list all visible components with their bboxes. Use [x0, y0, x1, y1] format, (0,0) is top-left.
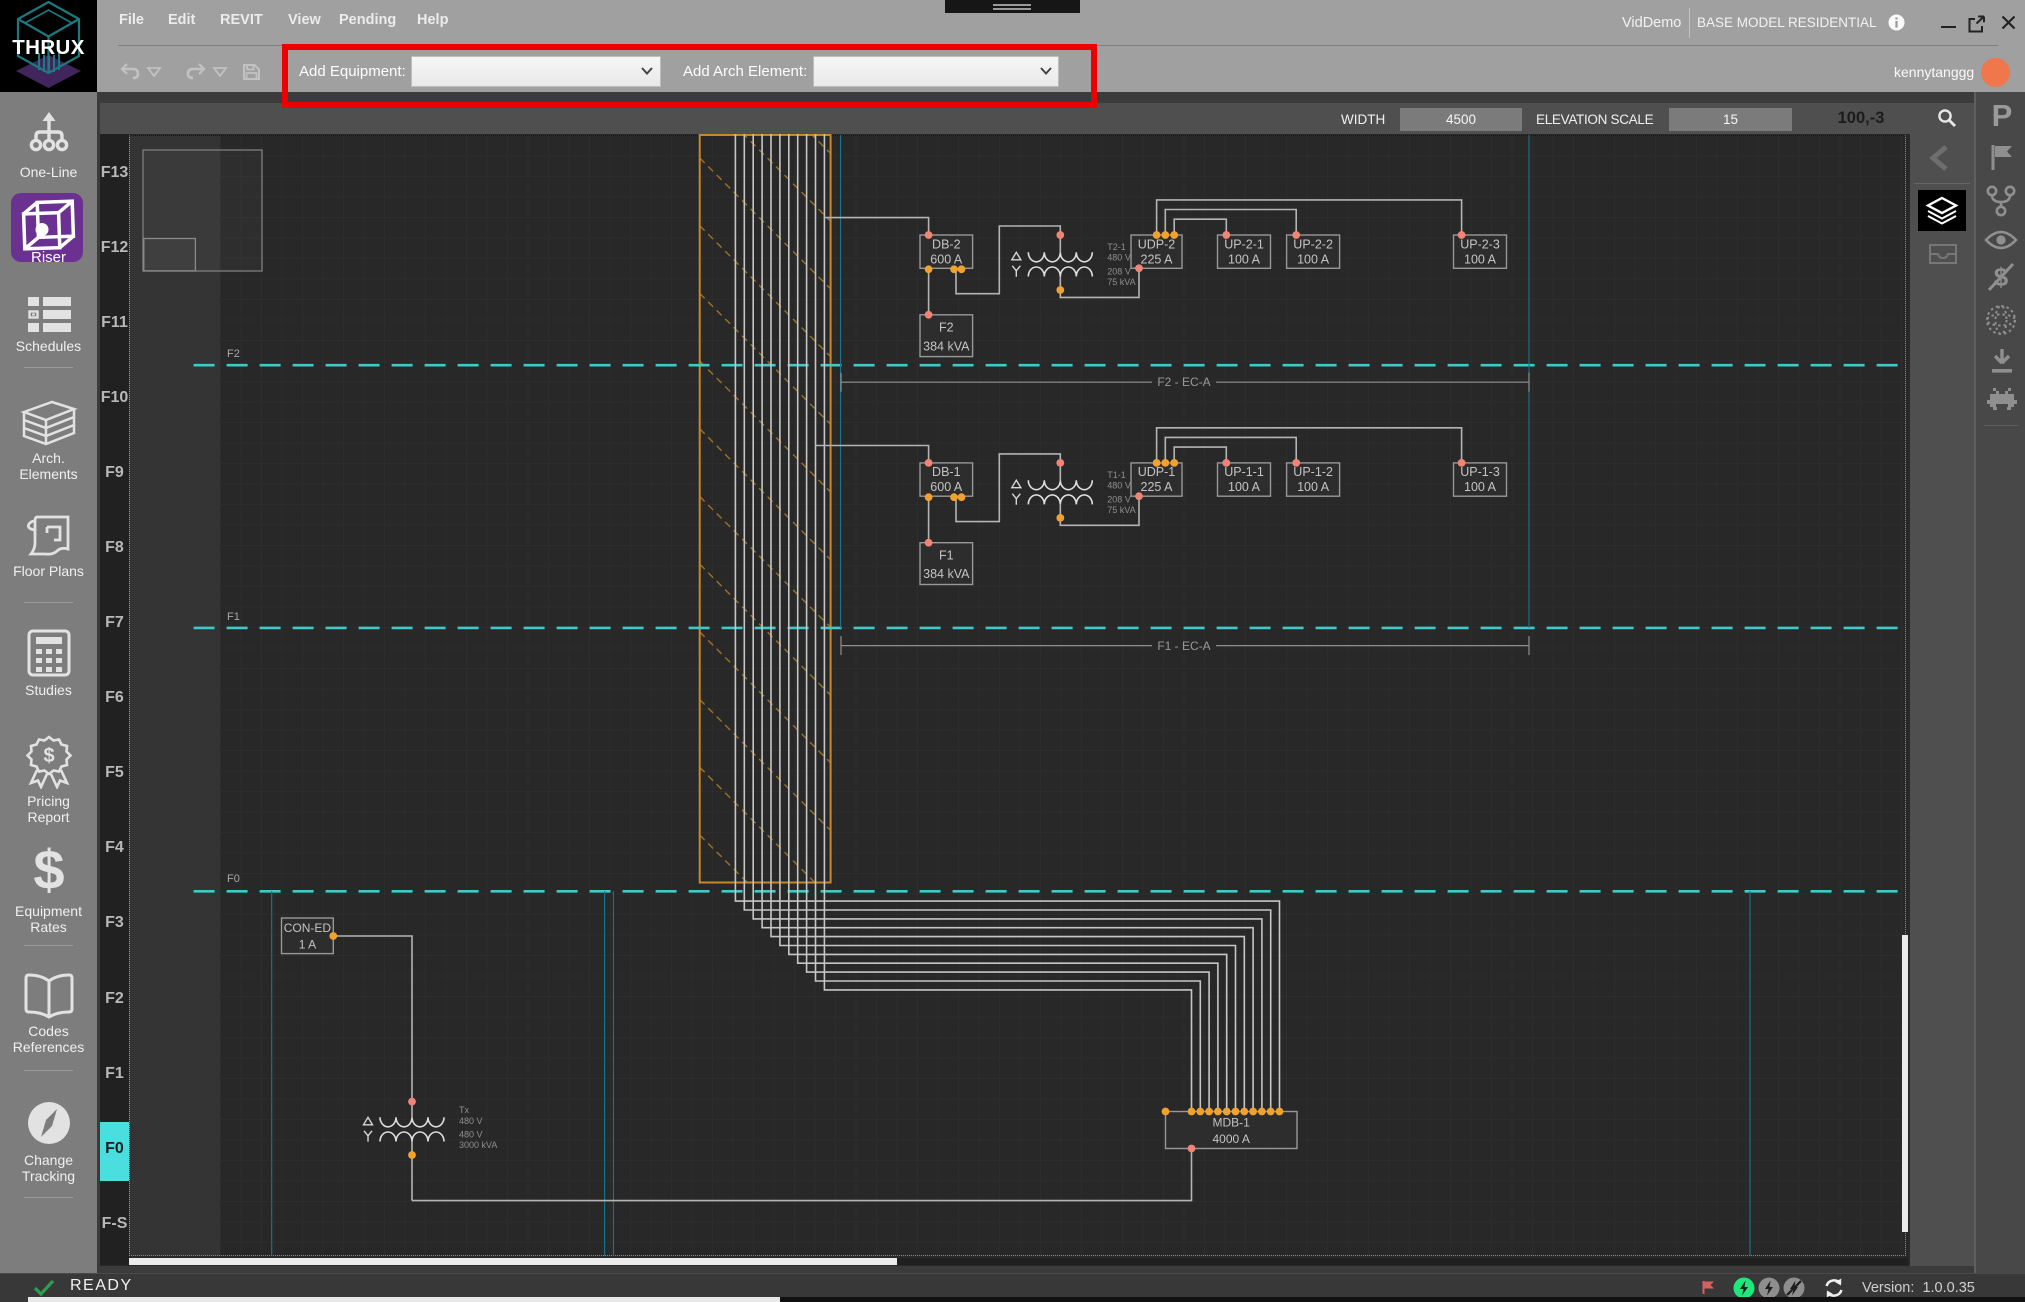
svg-text:THRUX: THRUX	[12, 36, 85, 59]
svg-text:Tx: Tx	[459, 1105, 469, 1115]
svg-text:UP-1-1: UP-1-1	[1224, 465, 1264, 479]
svg-text:208 V: 208 V	[1107, 267, 1131, 277]
svg-text:75 kVA: 75 kVA	[1107, 277, 1135, 287]
svg-text:100 A: 100 A	[1228, 252, 1261, 266]
svg-text:480 V: 480 V	[459, 1116, 483, 1126]
svg-text:F2: F2	[939, 321, 954, 335]
svg-text:F2: F2	[227, 348, 240, 360]
svg-text:480 V: 480 V	[1107, 480, 1131, 490]
svg-text:T1-1: T1-1	[1107, 470, 1126, 480]
svg-text:100 A: 100 A	[1297, 480, 1330, 494]
svg-text:CON-ED: CON-ED	[284, 921, 332, 935]
svg-text:F2 - EC-A: F2 - EC-A	[1157, 375, 1210, 389]
svg-text:100 A: 100 A	[1228, 480, 1261, 494]
svg-text:DB-2: DB-2	[932, 237, 961, 251]
svg-text:UP-2-2: UP-2-2	[1293, 237, 1333, 251]
svg-text:F0: F0	[227, 873, 240, 885]
svg-text:UP-1-3: UP-1-3	[1460, 465, 1500, 479]
svg-text:208 V: 208 V	[1107, 494, 1131, 504]
svg-text:F1: F1	[939, 548, 954, 562]
svg-text:MDB-1: MDB-1	[1213, 1115, 1251, 1129]
svg-text:480 V: 480 V	[459, 1130, 483, 1140]
svg-text:F1 - EC-A: F1 - EC-A	[1157, 639, 1210, 653]
svg-text:UP-2-1: UP-2-1	[1224, 237, 1264, 251]
svg-text:100 A: 100 A	[1464, 480, 1497, 494]
svg-text:UP-1-2: UP-1-2	[1293, 465, 1333, 479]
svg-text:3000 kVA: 3000 kVA	[459, 1140, 497, 1150]
svg-text:UDP-1: UDP-1	[1138, 465, 1176, 479]
svg-text:F1: F1	[227, 611, 240, 623]
svg-text:1 A: 1 A	[299, 937, 316, 951]
svg-text:4000 A: 4000 A	[1213, 1132, 1250, 1146]
svg-text:75 kVA: 75 kVA	[1107, 505, 1135, 515]
svg-text:$: $	[43, 745, 54, 767]
svg-text:$: $	[33, 843, 64, 899]
svg-text:384 kVA: 384 kVA	[923, 567, 970, 581]
svg-text:480 V: 480 V	[1107, 253, 1131, 263]
svg-text:100 A: 100 A	[1297, 252, 1330, 266]
svg-text:T2-1: T2-1	[1107, 242, 1126, 252]
svg-text:UDP-2: UDP-2	[1138, 237, 1176, 251]
svg-text:225 A: 225 A	[1141, 252, 1174, 266]
svg-text:600 A: 600 A	[930, 480, 963, 494]
svg-text:100 A: 100 A	[1464, 252, 1497, 266]
svg-text:225 A: 225 A	[1141, 480, 1174, 494]
svg-text:384 kVA: 384 kVA	[923, 339, 970, 353]
svg-text:DB-1: DB-1	[932, 465, 961, 479]
svg-text:UP-2-3: UP-2-3	[1460, 237, 1500, 251]
svg-text:600 A: 600 A	[930, 252, 963, 266]
